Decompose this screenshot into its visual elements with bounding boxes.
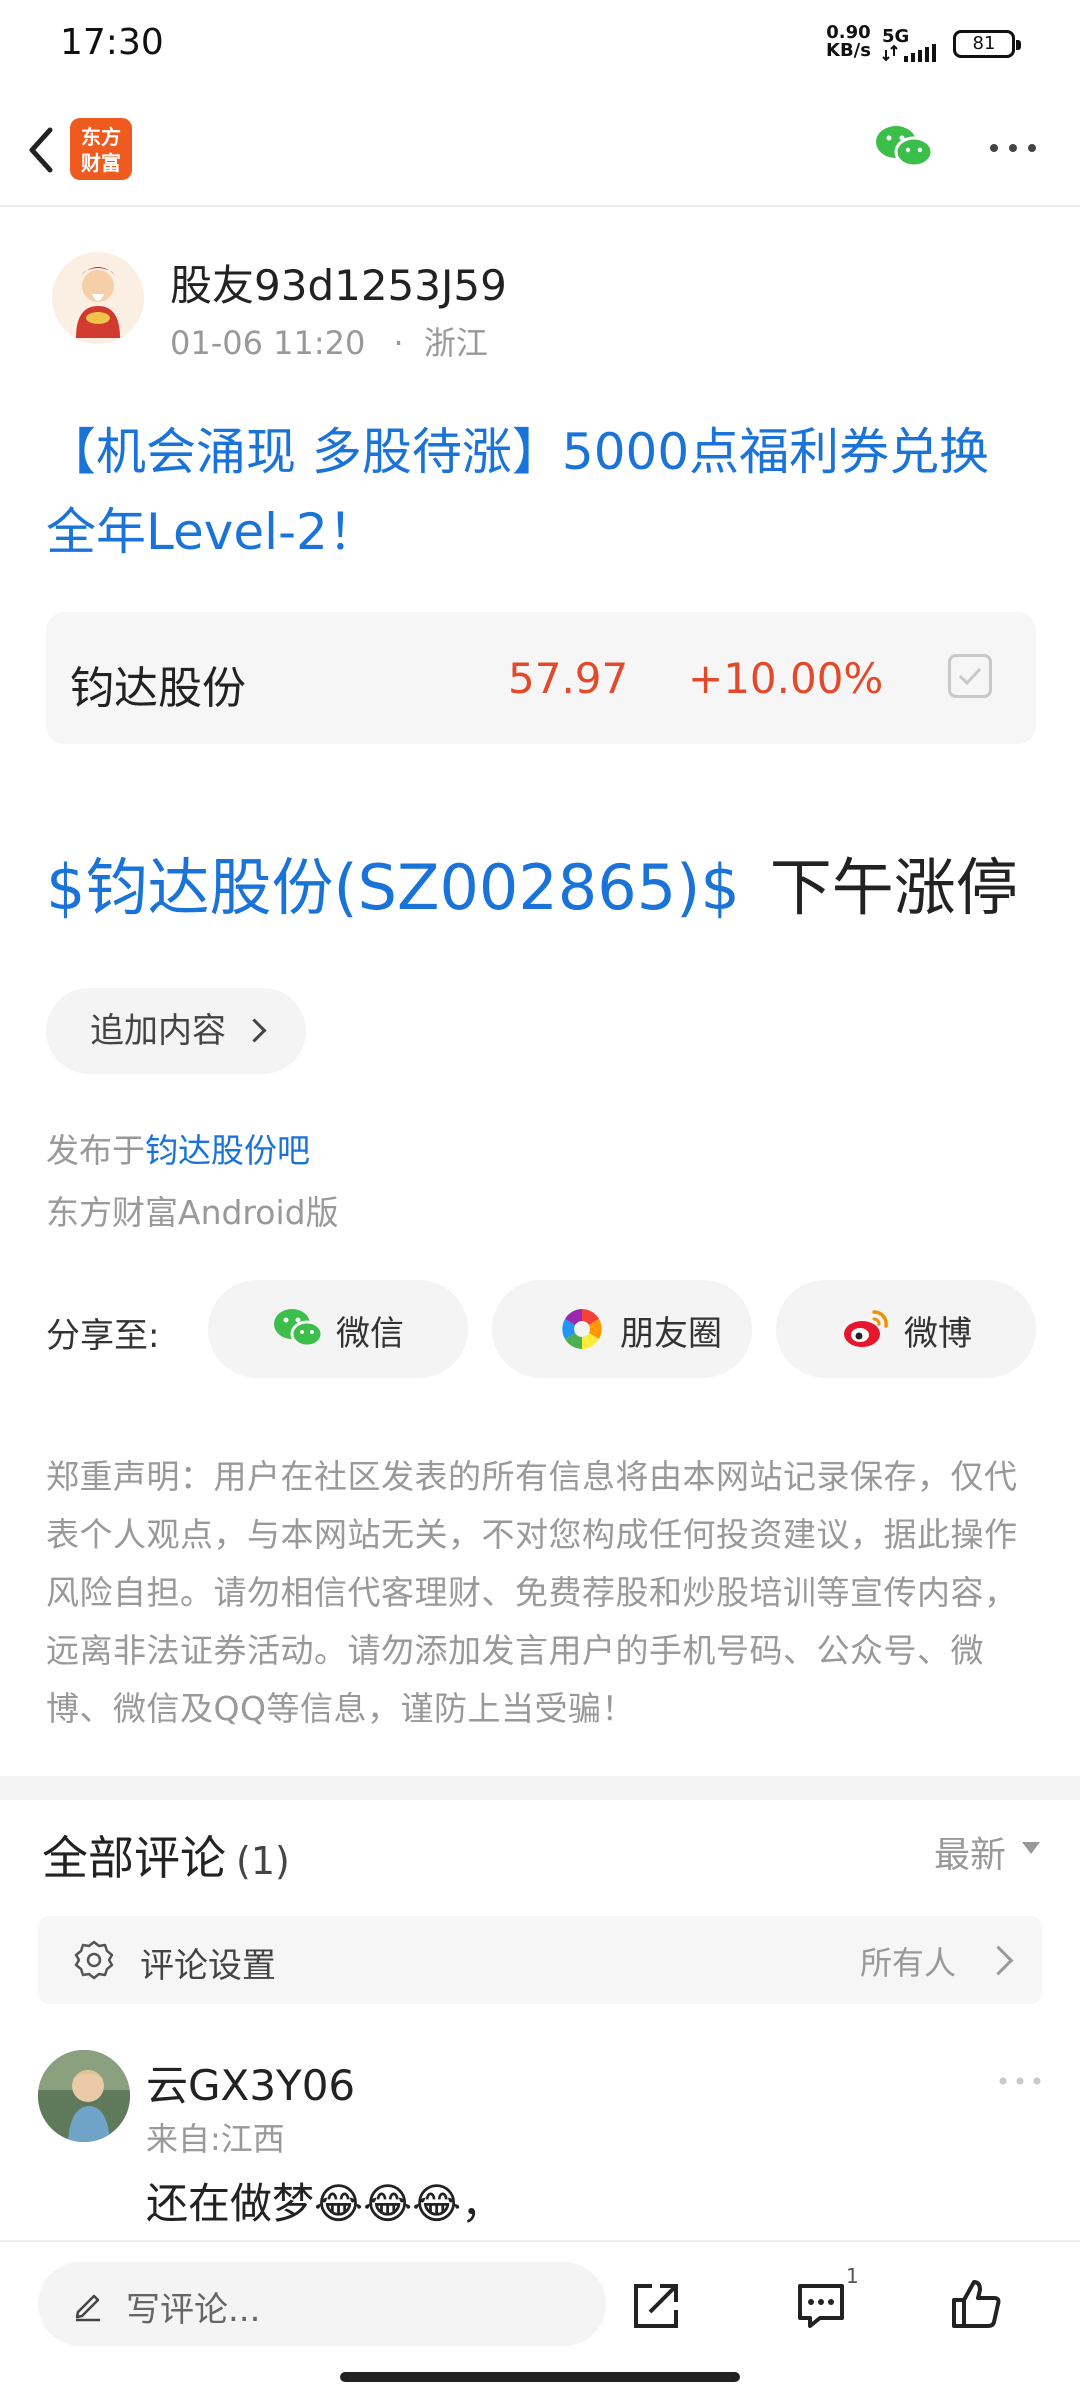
home-indicator[interactable]: [340, 2372, 740, 2382]
check-mark: [958, 667, 982, 686]
post-meta: 01-06 11:20 · 浙江: [170, 318, 488, 364]
back-arrow-icon[interactable]: [20, 120, 60, 180]
comment-icon[interactable]: [794, 2278, 848, 2332]
check-icon[interactable]: [948, 654, 992, 698]
comment-avatar-image: [38, 2050, 130, 2142]
pen-icon: [75, 2294, 100, 2322]
app-logo-line2: 财富: [81, 151, 121, 175]
status-time: 17:30: [60, 22, 164, 63]
stock-card[interactable]: 钧达股份 57.97 +10.00%: [46, 612, 1036, 744]
stock-price: 57.97: [508, 654, 629, 703]
share-wechat-button[interactable]: 微信: [208, 1280, 468, 1378]
share-wechat-label: 微信: [336, 1314, 404, 1354]
app-header: 东方 财富: [0, 90, 1080, 207]
body-text: 下午涨停: [769, 851, 1018, 924]
author-avatar[interactable]: [52, 252, 144, 344]
sort-dropdown[interactable]: 最新: [934, 1826, 1006, 1878]
signal-icon: [882, 44, 936, 62]
post-date: 01-06 11:20: [170, 324, 366, 362]
add-content-label: 追加内容: [90, 1011, 226, 1051]
more-icon[interactable]: [988, 142, 1038, 154]
comment-settings-row[interactable]: 评论设置 所有人: [38, 1916, 1042, 2004]
comments-title: 全部评论: [42, 1831, 226, 1885]
post-body: $钧达股份(SZ002865)$ 下午涨停: [46, 848, 1018, 928]
wechat-icon: [274, 1309, 324, 1348]
thumbs-up-icon[interactable]: [948, 2276, 1004, 2332]
comment-username[interactable]: 云GX3Y06: [146, 2052, 355, 2113]
moments-icon: [562, 1309, 602, 1349]
share-weibo-label: 微博: [904, 1314, 972, 1354]
share-out-icon[interactable]: [630, 2280, 682, 2332]
publish-info: 发布于钧达股份吧: [46, 1124, 310, 1172]
network-speed: 0.90 KB/s: [826, 24, 871, 60]
comment-placeholder: 写评论...: [126, 2290, 261, 2330]
app-logo-line1: 东方: [81, 125, 121, 149]
chevron-right-icon: [242, 1018, 267, 1043]
stock-change: +10.00%: [688, 654, 884, 703]
battery-indicator: 81: [953, 30, 1021, 58]
network-speed-unit: KB/s: [826, 40, 871, 61]
share-moments-button[interactable]: 朋友圈: [492, 1280, 752, 1378]
post-location: 浙江: [423, 324, 488, 362]
comment-input[interactable]: 写评论...: [38, 2262, 606, 2346]
gear-icon: [74, 1940, 114, 1980]
comment-text: 还在做梦😂😂😂，: [146, 2179, 504, 2228]
author-name[interactable]: 股友93d1253J59: [170, 252, 507, 313]
share-label: 分享至:: [46, 1316, 160, 1356]
chevron-right-icon: [983, 1945, 1014, 1976]
disclaimer-text: 郑重声明：用户在社区发表的所有信息将由本网站记录保存，仅代表个人观点，与本网站无…: [46, 1457, 1018, 1728]
share-weibo-button[interactable]: 微博: [776, 1280, 1036, 1378]
forum-link[interactable]: 钧达股份吧: [145, 1131, 310, 1170]
client-info: 东方财富Android版: [46, 1193, 339, 1232]
weibo-icon: [844, 1310, 888, 1347]
body-stock-link[interactable]: $钧达股份(SZ002865)$: [46, 851, 740, 924]
add-content-button[interactable]: 追加内容: [46, 988, 306, 1074]
stock-name: 钧达股份: [70, 663, 246, 714]
status-bar: 17:30 0.90 KB/s 5G 81: [0, 0, 1080, 90]
bottom-action-bar: 写评论... 1: [0, 2240, 1080, 2402]
share-moments-label: 朋友圈: [620, 1314, 722, 1354]
avatar-image: [76, 267, 120, 338]
comment-location: 来自:江西: [146, 2120, 285, 2158]
section-divider: [0, 1776, 1080, 1800]
comment-avatar[interactable]: [38, 2050, 130, 2142]
wechat-icon[interactable]: [874, 122, 934, 172]
comments-count: (1): [236, 1839, 290, 1883]
caret-down-icon[interactable]: [1022, 1842, 1040, 1854]
app-logo[interactable]: 东方 财富: [70, 118, 132, 180]
comment-more-icon[interactable]: [998, 2076, 1042, 2086]
post-title-link[interactable]: 【机会涌现 多股待涨】5000点福利券兑换全年Level-2！: [46, 412, 1036, 572]
comment-settings-value: 所有人: [860, 1944, 957, 1982]
comments-heading: 全部评论 (1): [42, 1822, 290, 1888]
comment-settings-label: 评论设置: [140, 1946, 276, 1986]
meta-separator: ·: [393, 324, 404, 362]
comment-count-badge: 1: [846, 2264, 859, 2288]
publish-prefix: 发布于: [46, 1131, 145, 1170]
